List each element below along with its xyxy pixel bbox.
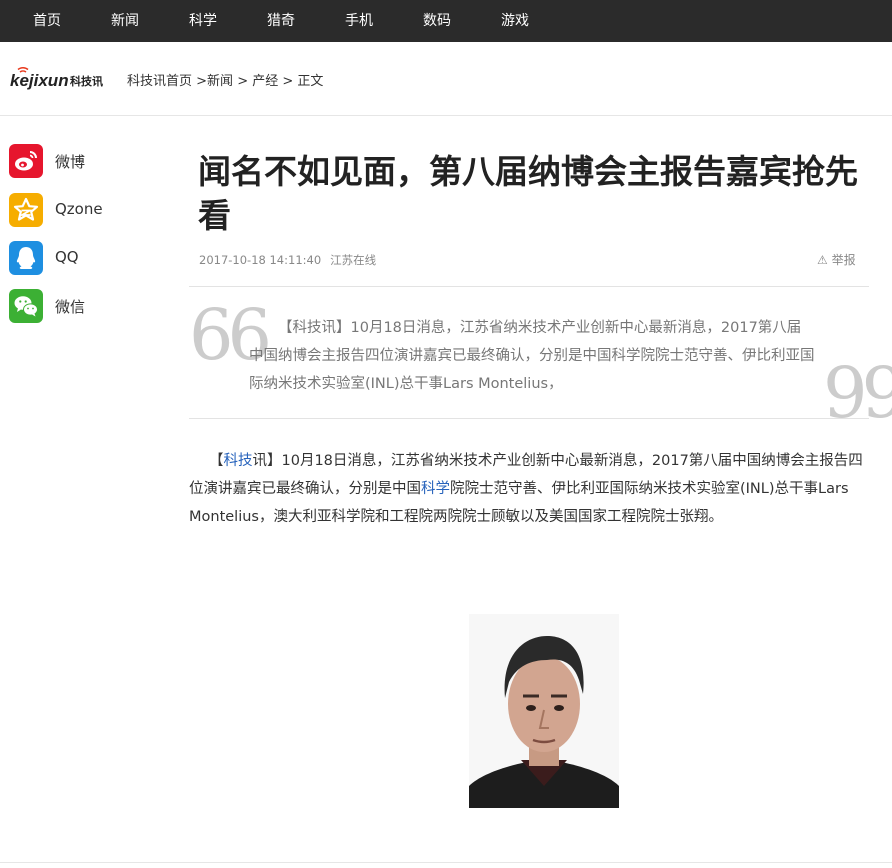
weibo-icon <box>9 144 43 178</box>
breadcrumb-news[interactable]: 新闻 <box>207 74 233 89</box>
site-logo[interactable]: kejixun 科技讯 <box>10 66 106 92</box>
nav-item-news[interactable]: 新闻 <box>111 0 139 42</box>
nav-item-science[interactable]: 科学 <box>189 0 217 42</box>
breadcrumb-separator: > <box>233 74 253 89</box>
share-label: 微博 <box>55 153 86 171</box>
breadcrumb-current: 正文 <box>297 74 324 89</box>
nav-item-games[interactable]: 游戏 <box>501 0 529 42</box>
qq-icon <box>9 241 43 275</box>
article-paragraph: 【科技讯】10月18日消息，江苏省纳米技术产业创新中心最新消息，2017第八届中… <box>189 447 871 531</box>
nav-item-curiosity[interactable]: 猎奇 <box>267 0 295 42</box>
breadcrumb-home[interactable]: 科技讯首页 <box>127 74 192 89</box>
header-divider <box>0 115 892 116</box>
breadcrumb-category[interactable]: 产经 <box>252 74 278 89</box>
share-label: QQ <box>55 248 79 266</box>
nav-item-phones[interactable]: 手机 <box>345 0 373 42</box>
speaker-photo <box>469 614 619 808</box>
share-qq[interactable]: QQ <box>9 241 169 275</box>
summary-bottom-divider <box>189 418 869 419</box>
article-source[interactable]: 江苏在线 <box>330 253 376 267</box>
share-label: Qzone <box>55 200 103 218</box>
keyword-link[interactable]: 科学 <box>421 481 450 497</box>
svg-text:科技讯: 科技讯 <box>70 74 103 88</box>
breadcrumb: 科技讯首页 >新闻 > 产经 > 正文 <box>127 70 323 89</box>
report-button[interactable]: ⚠ 举报 <box>817 251 856 268</box>
nav-item-digital[interactable]: 数码 <box>423 0 451 42</box>
article-title: 闻名不如见面，第八届纳博会主报告嘉宾抢先看 <box>198 152 858 235</box>
breadcrumb-separator: > <box>278 74 298 89</box>
nav-item-home[interactable]: 首页 <box>33 0 61 42</box>
share-qzone[interactable]: Qzone <box>9 193 169 227</box>
share-label: 微信 <box>55 298 86 316</box>
page-bottom-divider <box>0 862 892 863</box>
article-date: 2017-10-18 14:11:40 <box>199 253 322 267</box>
article-meta: 2017-10-18 14:11:40 江苏在线 <box>199 252 376 268</box>
wechat-icon <box>9 289 43 323</box>
breadcrumb-separator: > <box>192 74 208 89</box>
share-weibo[interactable]: 微博 <box>9 144 169 178</box>
report-label: 举报 <box>831 253 856 267</box>
body-text: 【 <box>209 453 224 469</box>
warning-icon: ⚠ <box>817 253 828 267</box>
svg-text:kejixun: kejixun <box>10 71 69 90</box>
qzone-icon <box>9 193 43 227</box>
summary-top-divider <box>189 286 869 287</box>
keyword-link[interactable]: 科技 <box>224 453 253 469</box>
article-summary: 【科技讯】10月18日消息，江苏省纳米技术产业创新中心最新消息，2017第八届中… <box>249 320 815 392</box>
share-wechat[interactable]: 微信 <box>9 289 169 323</box>
top-nav: 首页 新闻 科学 猎奇 手机 数码 游戏 <box>0 0 892 42</box>
